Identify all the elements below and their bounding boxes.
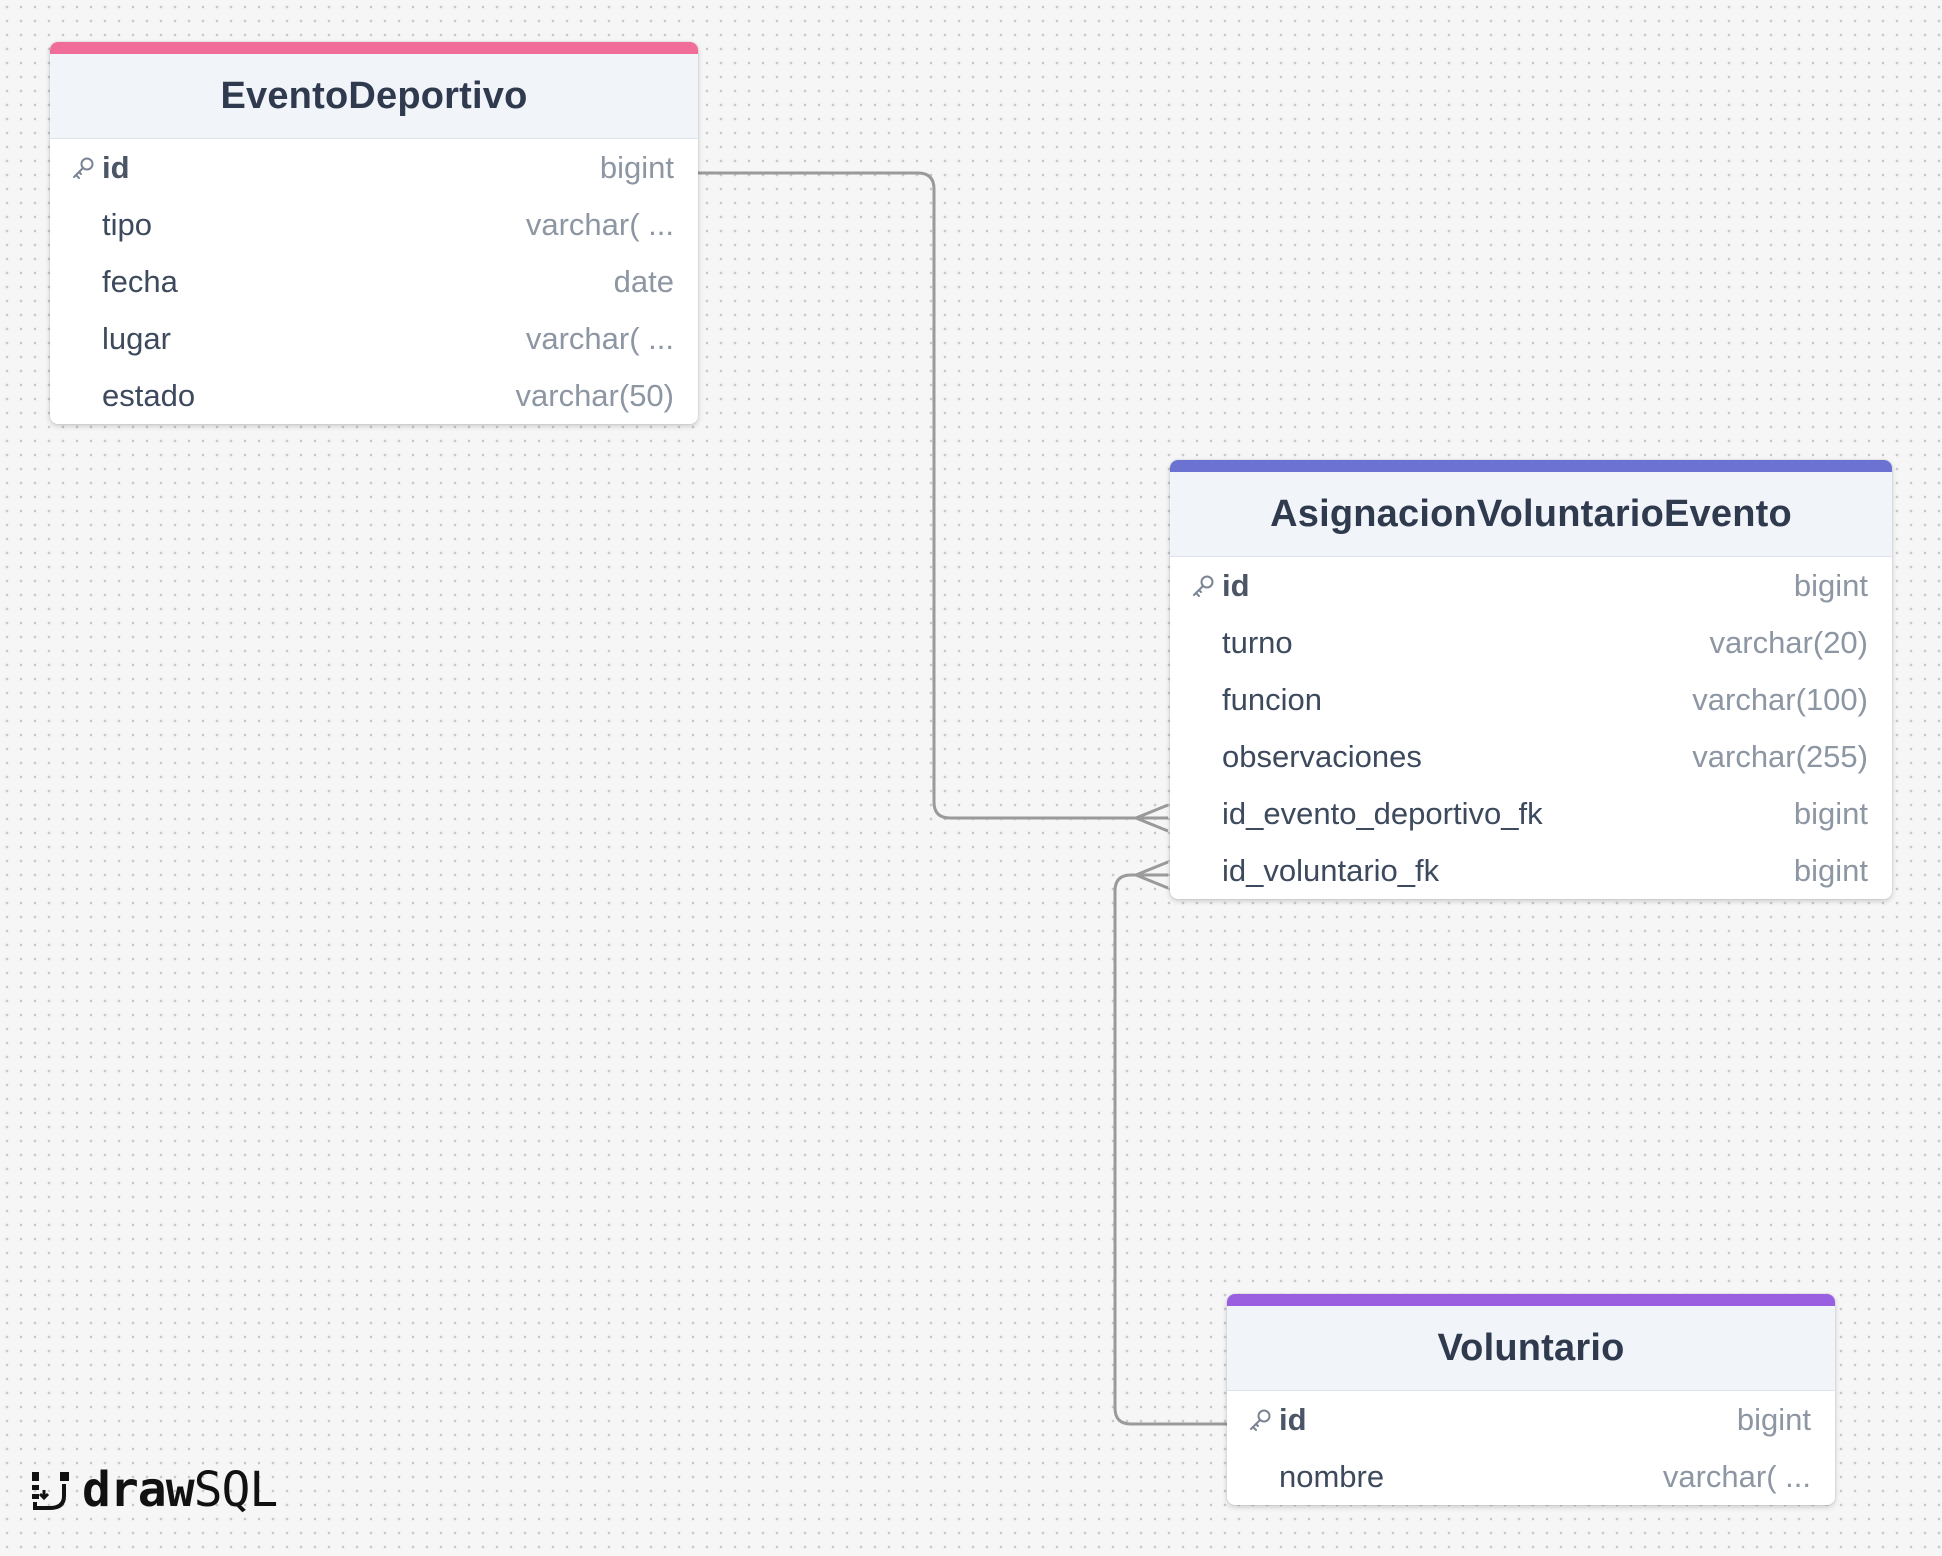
column-row-funcion[interactable]: funcion varchar(100) <box>1170 671 1892 728</box>
column-type: bigint <box>1736 1401 1811 1437</box>
table-accent-bar <box>1170 460 1892 472</box>
column-row-observaciones[interactable]: observaciones varchar(255) <box>1170 728 1892 785</box>
column-name: fecha <box>102 263 178 299</box>
table-asignacionvoluntarioevento[interactable]: AsignacionVoluntarioEvento id bigint turno… <box>1170 460 1892 899</box>
column-type: bigint <box>1793 567 1868 603</box>
table-title[interactable]: Voluntario <box>1227 1306 1835 1391</box>
column-name: id_voluntario_fk <box>1222 852 1440 888</box>
column-row-id-voluntario-fk[interactable]: id_voluntario_fk bigint <box>1170 842 1892 899</box>
crowfoot-many-icon <box>1132 860 1169 890</box>
primary-key-slot <box>1190 573 1222 599</box>
table-accent-bar <box>1227 1294 1835 1306</box>
column-name: observaciones <box>1222 738 1422 774</box>
column-name: id <box>1279 1401 1307 1437</box>
column-row-id[interactable]: id bigint <box>50 139 698 196</box>
column-row-nombre[interactable]: nombre varchar( ... <box>1227 1448 1835 1505</box>
column-type: bigint <box>1793 852 1868 888</box>
relation-eventodeportivo-asignacion[interactable] <box>698 171 1168 820</box>
table-voluntario[interactable]: Voluntario id bigint nombre varchar( ... <box>1227 1294 1835 1505</box>
column-type: bigint <box>599 149 674 185</box>
column-type: varchar(50) <box>515 377 675 413</box>
column-row-fecha[interactable]: fecha date <box>50 253 698 310</box>
column-name: id <box>1222 567 1250 603</box>
column-type: varchar( ... <box>525 206 674 242</box>
column-row-tipo[interactable]: tipo varchar( ... <box>50 196 698 253</box>
column-type: bigint <box>1793 795 1868 831</box>
key-icon <box>1193 575 1214 597</box>
key-icon <box>73 157 94 179</box>
column-type: varchar( ... <box>525 320 674 356</box>
column-type: date <box>613 263 674 299</box>
drawsql-logo-text: drawSQL <box>82 1462 279 1518</box>
column-name: estado <box>102 377 196 413</box>
column-name: turno <box>1222 624 1293 660</box>
column-name: tipo <box>102 206 152 242</box>
column-type: varchar( ... <box>1662 1458 1811 1494</box>
column-name: funcion <box>1222 681 1322 717</box>
table-title-text: AsignacionVoluntarioEvento <box>1270 492 1792 535</box>
column-row-estado[interactable]: estado varchar(50) <box>50 367 698 424</box>
logo-text-light: SQL <box>193 1462 279 1518</box>
column-name: lugar <box>102 320 171 356</box>
relation-voluntario-asignacion[interactable] <box>1113 873 1228 1426</box>
logo-text-bold: draw <box>82 1462 195 1518</box>
primary-key-slot <box>70 155 102 181</box>
column-name: id_evento_deportivo_fk <box>1222 795 1543 831</box>
crowfoot-many-icon <box>1132 803 1169 833</box>
column-type: varchar(255) <box>1692 738 1868 774</box>
column-row-id[interactable]: id bigint <box>1227 1391 1835 1448</box>
column-type: varchar(20) <box>1709 624 1869 660</box>
column-row-id[interactable]: id bigint <box>1170 557 1892 614</box>
table-title[interactable]: AsignacionVoluntarioEvento <box>1170 472 1892 557</box>
table-title-text: EventoDeportivo <box>220 74 528 117</box>
table-eventodeportivo[interactable]: EventoDeportivo id bigint tipo varchar( ...… <box>50 42 698 424</box>
column-name: nombre <box>1279 1458 1385 1494</box>
drawsql-logo-icon <box>32 1472 69 1510</box>
column-row-lugar[interactable]: lugar varchar( ... <box>50 310 698 367</box>
primary-key-slot <box>1247 1407 1279 1433</box>
table-accent-bar <box>50 42 698 54</box>
column-row-id-evento-deportivo-fk[interactable]: id_evento_deportivo_fk bigint <box>1170 785 1892 842</box>
drawsql-logo[interactable]: drawSQL <box>30 1462 279 1518</box>
column-name: id <box>102 149 130 185</box>
column-row-turno[interactable]: turno varchar(20) <box>1170 614 1892 671</box>
table-title[interactable]: EventoDeportivo <box>50 54 698 139</box>
column-type: varchar(100) <box>1692 681 1868 717</box>
key-icon <box>1250 1409 1271 1431</box>
table-title-text: Voluntario <box>1437 1326 1625 1369</box>
